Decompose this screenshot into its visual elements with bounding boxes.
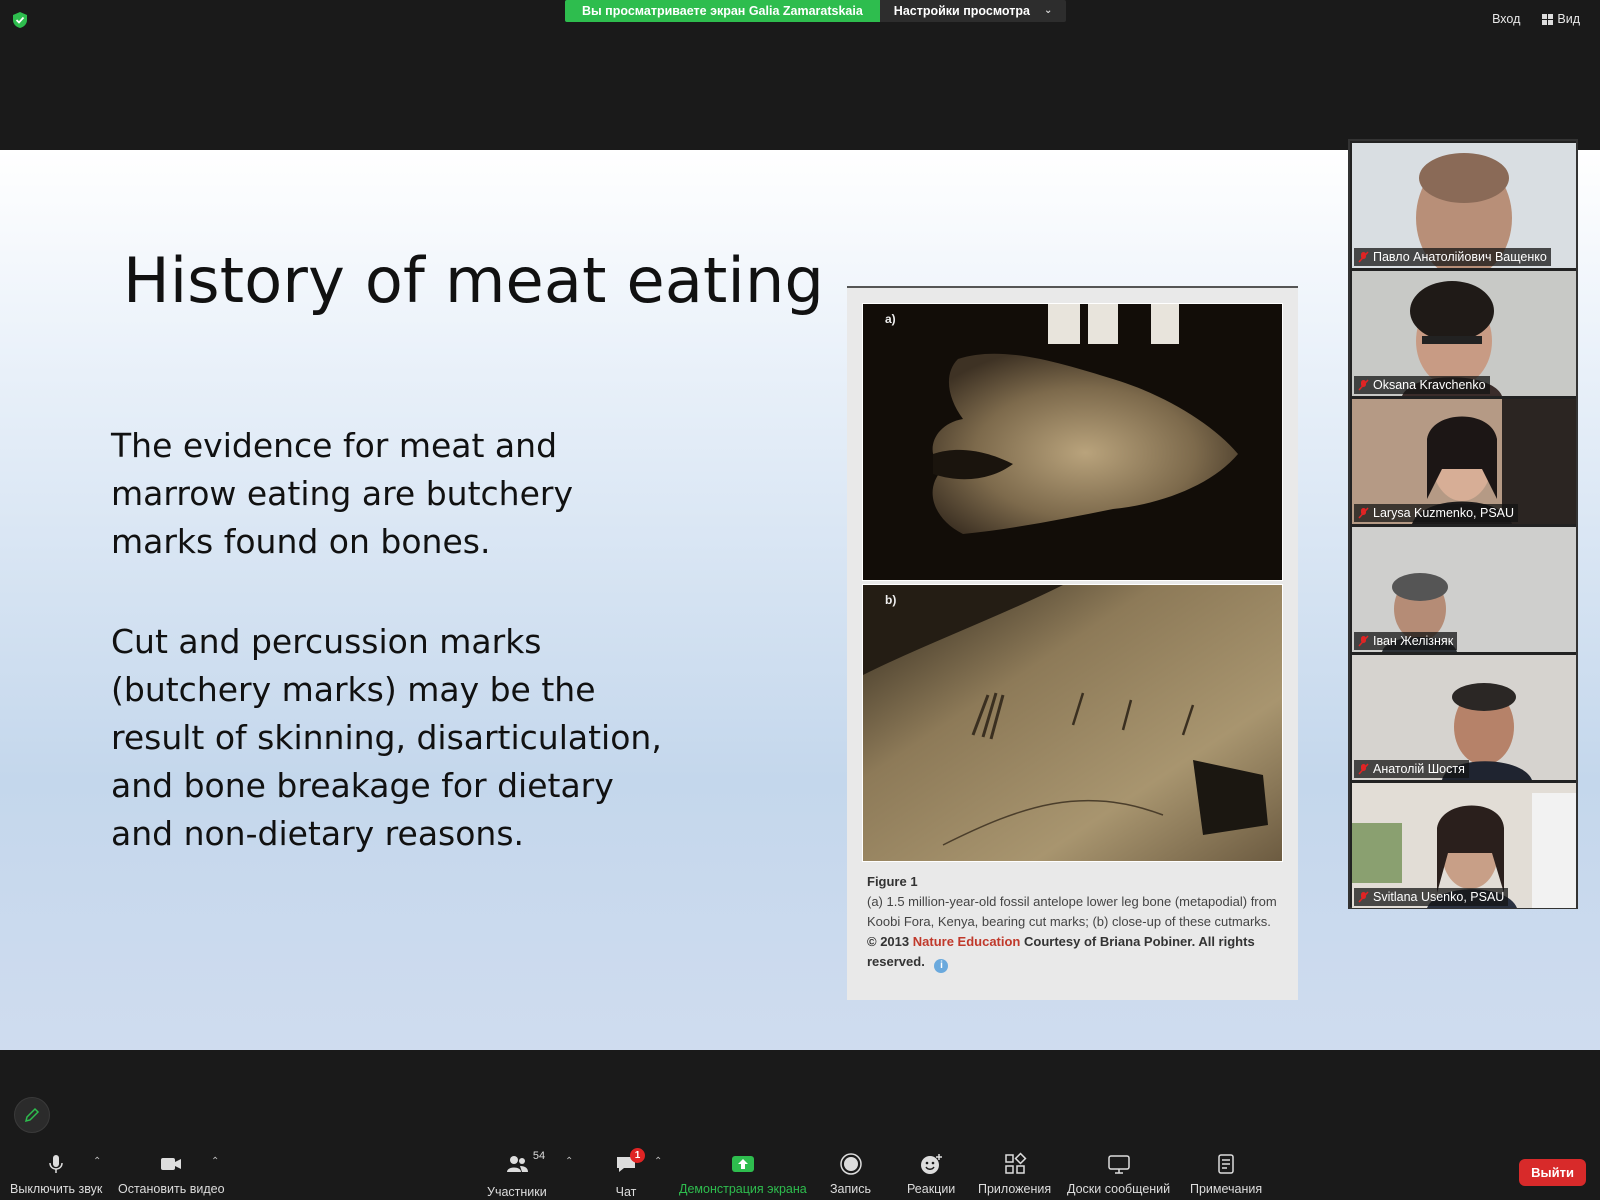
share-screen-icon: [731, 1156, 754, 1172]
stop-video-button[interactable]: Остановить видео: [118, 1152, 225, 1196]
participant-name: Іван Желізняк: [1373, 634, 1454, 648]
apps-button[interactable]: Приложения: [978, 1152, 1051, 1196]
apps-label: Приложения: [978, 1182, 1052, 1196]
figure-label-a: a): [885, 312, 896, 326]
copyright-prefix: © 2013: [867, 934, 910, 949]
view-button[interactable]: Вид: [1536, 8, 1586, 30]
participant-name: Larysa Kuzmenko, PSAU: [1373, 506, 1515, 520]
mic-muted-icon: [1358, 635, 1369, 647]
bone-image-a: [863, 304, 1282, 580]
participants-options-caret-icon[interactable]: ⌃: [565, 1156, 573, 1167]
mic-muted-icon: [1358, 507, 1369, 519]
audio-options-caret-icon[interactable]: ⌃: [93, 1156, 101, 1167]
participants-label: Участники: [487, 1185, 547, 1199]
screen-share-banner: Вы просматриваете экран Galia Zamaratska…: [565, 0, 1067, 22]
top-bar: Вы просматриваете экран Galia Zamaratska…: [0, 0, 1600, 40]
chat-button[interactable]: 1 Чат: [614, 1148, 645, 1199]
slide-paragraph-1: The evidence for meat and marrow eating …: [111, 426, 573, 561]
figure-label-b: b): [885, 593, 897, 607]
notes-button[interactable]: Примечания: [1190, 1152, 1262, 1196]
chat-unread-badge: 1: [630, 1148, 645, 1163]
record-icon: [839, 1153, 862, 1175]
whiteboards-label: Доски сообщений: [1067, 1182, 1171, 1196]
slide-title: History of meat eating: [123, 244, 825, 317]
participant-name: Svitlana Usenko, PSAU: [1373, 890, 1505, 904]
participants-button[interactable]: 54 Участники: [487, 1150, 547, 1199]
pencil-icon: [24, 1107, 40, 1123]
caption-copyright: © 2013 Nature Education Courtesy of Bria…: [867, 932, 1277, 973]
enter-button[interactable]: Вход: [1486, 8, 1526, 30]
participant-video-strip: Павло Анатолійович Ващенко Oksana Kravch…: [1348, 139, 1578, 909]
participant-name: Павло Анатолійович Ващенко: [1373, 250, 1547, 264]
stop-video-label: Остановить видео: [118, 1182, 225, 1196]
whiteboards-button[interactable]: Доски сообщений: [1067, 1152, 1170, 1196]
slide-paragraph-2: Cut and percussion marks (butchery marks…: [111, 622, 662, 853]
view-options-label: Настройки просмотра: [893, 4, 1030, 18]
mute-label: Выключить звук: [10, 1182, 103, 1196]
figure-caption: Figure 1 (a) 1.5 million-year-old fossil…: [867, 872, 1277, 973]
top-right-controls: Вход Вид: [1486, 8, 1586, 30]
participant-tile[interactable]: Larysa Kuzmenko, PSAU: [1352, 399, 1576, 524]
mic-muted-icon: [1358, 763, 1369, 775]
participant-tile[interactable]: Svitlana Usenko, PSAU: [1352, 783, 1576, 908]
view-label: Вид: [1557, 12, 1580, 26]
security-shield-icon[interactable]: [11, 11, 29, 29]
chat-label: Чат: [615, 1185, 637, 1199]
smiley-icon: [921, 1154, 943, 1174]
chevron-down-icon: ⌄: [1043, 5, 1053, 16]
caption-text: (a) 1.5 million-year-old fossil antelope…: [867, 894, 1277, 929]
bone-photo-a: a): [862, 303, 1283, 581]
apps-icon: [1004, 1152, 1027, 1174]
participant-tile[interactable]: Іван Желізняк: [1352, 527, 1576, 652]
participant-name-label: Oksana Kravchenko: [1354, 376, 1490, 394]
record-label: Запись: [830, 1182, 872, 1196]
video-options-caret-icon[interactable]: ⌃: [211, 1156, 219, 1167]
bone-photo-b: b): [862, 584, 1283, 862]
video-camera-icon: [161, 1158, 182, 1170]
caption-title: Figure 1: [867, 874, 918, 889]
participants-count: 54: [532, 1150, 546, 1162]
leave-meeting-button[interactable]: Выйти: [1519, 1159, 1586, 1186]
figure-panel: a) b) Figure 1 (a) 1.5 million-year-old …: [847, 286, 1298, 1000]
participant-tile[interactable]: Анатолій Шостя: [1352, 655, 1576, 780]
share-status-text: Вы просматриваете экран Galia Zamaratska…: [565, 0, 880, 22]
zoom-window: Вы просматриваете экран Galia Zamaratska…: [0, 0, 1600, 1200]
mute-button[interactable]: Выключить звук: [10, 1152, 102, 1196]
share-screen-label: Демонстрация экрана: [679, 1182, 807, 1196]
chat-options-caret-icon[interactable]: ⌃: [654, 1156, 662, 1167]
participants-icon: [506, 1156, 528, 1172]
reactions-label: Реакции: [907, 1182, 956, 1196]
participant-tile[interactable]: Oksana Kravchenko: [1352, 271, 1576, 396]
participant-name: Oksana Kravchenko: [1373, 378, 1486, 392]
participant-name: Анатолій Шостя: [1373, 762, 1465, 776]
notes-label: Примечания: [1190, 1182, 1263, 1196]
info-icon: i: [934, 959, 949, 973]
whiteboard-icon: [1107, 1155, 1130, 1174]
reactions-button[interactable]: Реакции: [907, 1152, 955, 1196]
microphone-icon: [49, 1155, 63, 1173]
participant-name-label: Larysa Kuzmenko, PSAU: [1354, 504, 1519, 522]
participant-tile[interactable]: Павло Анатолійович Ващенко: [1352, 143, 1576, 268]
enter-label: Вход: [1492, 12, 1521, 26]
bottom-toolbar: Выключить звук ⌃ Остановить видео ⌃ 54 У…: [0, 1140, 1600, 1200]
participant-name-label: Анатолій Шостя: [1354, 760, 1469, 778]
notes-icon: [1218, 1154, 1234, 1174]
participant-name-label: Svitlana Usenko, PSAU: [1354, 888, 1509, 906]
mic-muted-icon: [1358, 891, 1369, 903]
record-button[interactable]: Запись: [830, 1152, 871, 1196]
bone-image-b: [863, 585, 1282, 861]
participant-name-label: Іван Желізняк: [1354, 632, 1458, 650]
mic-muted-icon: [1358, 251, 1369, 263]
mic-muted-icon: [1358, 379, 1369, 391]
grid-icon: [1542, 13, 1554, 25]
annotate-button[interactable]: [14, 1097, 50, 1133]
share-screen-button[interactable]: Демонстрация экрана: [679, 1152, 807, 1196]
view-options-button[interactable]: Настройки просмотра ⌄: [879, 0, 1067, 22]
nature-education-link: Nature Education: [912, 934, 1021, 949]
participant-name-label: Павло Анатолійович Ващенко: [1354, 248, 1551, 266]
